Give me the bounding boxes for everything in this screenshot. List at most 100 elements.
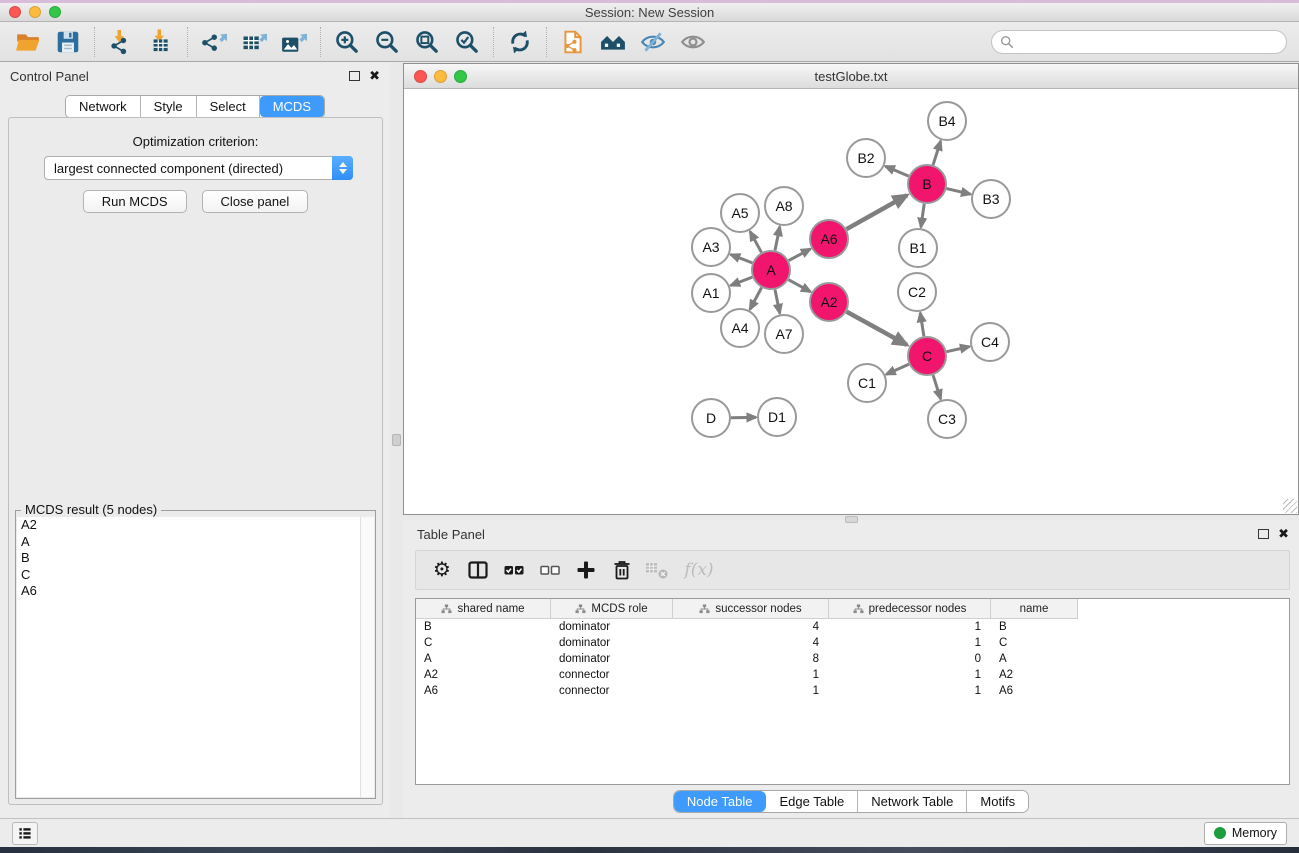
edge-A-A2[interactable]: [789, 280, 811, 292]
table-row[interactable]: A2connector11A2: [416, 667, 1289, 683]
edge-A-A6[interactable]: [789, 249, 811, 261]
edge-C-C3[interactable]: [933, 375, 941, 399]
cell-successor-nodes[interactable]: 8: [673, 651, 829, 667]
cell-name[interactable]: A2: [991, 667, 1078, 683]
edge-C-C4[interactable]: [947, 347, 970, 352]
edge-C-C2[interactable]: [920, 313, 924, 336]
cell-MCDS-role[interactable]: dominator: [551, 651, 673, 667]
memory-button[interactable]: Memory: [1204, 822, 1287, 845]
node-B3[interactable]: B3: [972, 180, 1010, 218]
column-header-predecessor-nodes[interactable]: predecessor nodes: [829, 599, 991, 619]
split-columns-button[interactable]: [460, 554, 496, 586]
settings-gear-button[interactable]: ⚙: [424, 554, 460, 586]
zoom-fit-button[interactable]: [407, 25, 447, 59]
import-table-button[interactable]: [141, 25, 181, 59]
result-list-scrollbar[interactable]: [360, 517, 374, 797]
node-A2[interactable]: A2: [810, 283, 848, 321]
open-folder-button[interactable]: [8, 25, 48, 59]
cell-successor-nodes[interactable]: 4: [673, 635, 829, 651]
edge-A-A1[interactable]: [731, 277, 753, 285]
vertical-split-divider[interactable]: [390, 62, 403, 818]
node-A4[interactable]: A4: [721, 309, 759, 347]
mcds-result-item[interactable]: A2: [17, 517, 374, 534]
node-A3[interactable]: A3: [692, 228, 730, 266]
tab-style[interactable]: Style: [141, 96, 197, 117]
mcds-result-item[interactable]: A6: [17, 583, 374, 600]
cell-MCDS-role[interactable]: dominator: [551, 635, 673, 651]
mcds-result-item[interactable]: C: [17, 567, 374, 584]
table-row[interactable]: Adominator80A: [416, 651, 1289, 667]
network-from-file-button[interactable]: [553, 25, 593, 59]
close-panel-button[interactable]: Close panel: [202, 190, 309, 213]
table-row[interactable]: Cdominator41C: [416, 635, 1289, 651]
cell-name[interactable]: B: [991, 619, 1078, 635]
edge-A-A8[interactable]: [775, 227, 780, 251]
edge-B-B3[interactable]: [946, 189, 970, 195]
zoom-selected-button[interactable]: [447, 25, 487, 59]
edge-A-A4[interactable]: [750, 288, 762, 310]
cell-predecessor-nodes[interactable]: 1: [829, 635, 991, 651]
select-all-button[interactable]: [496, 554, 532, 586]
node-D[interactable]: D: [692, 399, 730, 437]
deselect-all-button[interactable]: [532, 554, 568, 586]
vertical-divider-handle[interactable]: [392, 434, 401, 446]
home-view-button[interactable]: [593, 25, 633, 59]
edge-B-B2[interactable]: [885, 166, 908, 176]
node-A1[interactable]: A1: [692, 274, 730, 312]
cell-predecessor-nodes[interactable]: 1: [829, 619, 991, 635]
tab-select[interactable]: Select: [197, 96, 260, 117]
export-table-button[interactable]: [234, 25, 274, 59]
column-header-name[interactable]: name: [991, 599, 1078, 619]
mcds-result-list[interactable]: A2ABCA6: [17, 517, 374, 797]
show-panel-button[interactable]: [673, 25, 713, 59]
mcds-result-item[interactable]: A: [17, 534, 374, 551]
cell-successor-nodes[interactable]: 1: [673, 683, 829, 699]
edge-A-A5[interactable]: [750, 231, 761, 252]
import-network-button[interactable]: [101, 25, 141, 59]
node-A5[interactable]: A5: [721, 194, 759, 232]
edge-B-B1[interactable]: [921, 204, 924, 227]
edge-A-A3[interactable]: [731, 255, 753, 263]
edge-C-C1[interactable]: [886, 364, 909, 374]
hide-panel-button[interactable]: [633, 25, 673, 59]
column-header-shared-name[interactable]: shared name: [416, 599, 551, 619]
cell-shared-name[interactable]: A6: [416, 683, 551, 699]
cell-shared-name[interactable]: A: [416, 651, 551, 667]
edge-A2-C[interactable]: [847, 312, 907, 345]
node-C[interactable]: C: [908, 337, 946, 375]
node-C4[interactable]: C4: [971, 323, 1009, 361]
tab-node-table[interactable]: Node Table: [674, 791, 767, 812]
export-image-button[interactable]: [274, 25, 314, 59]
edge-B-B4[interactable]: [933, 141, 941, 165]
table-row[interactable]: A6connector11A6: [416, 683, 1289, 699]
node-B1[interactable]: B1: [899, 229, 937, 267]
node-table[interactable]: shared nameMCDS rolesuccessor nodesprede…: [415, 598, 1290, 785]
cell-MCDS-role[interactable]: dominator: [551, 619, 673, 635]
cell-successor-nodes[interactable]: 4: [673, 619, 829, 635]
node-B[interactable]: B: [908, 165, 946, 203]
add-row-button[interactable]: [568, 554, 604, 586]
task-history-button[interactable]: [12, 822, 38, 845]
cell-predecessor-nodes[interactable]: 0: [829, 651, 991, 667]
float-panel-icon[interactable]: [349, 71, 360, 81]
cell-predecessor-nodes[interactable]: 1: [829, 683, 991, 699]
node-A7[interactable]: A7: [765, 315, 803, 353]
search-field[interactable]: [991, 30, 1287, 54]
cell-MCDS-role[interactable]: connector: [551, 683, 673, 699]
edge-A6-B[interactable]: [846, 195, 907, 229]
export-network-button[interactable]: [194, 25, 234, 59]
refresh-button[interactable]: [500, 25, 540, 59]
table-float-panel-icon[interactable]: [1258, 529, 1269, 539]
cell-name[interactable]: A: [991, 651, 1078, 667]
zoom-in-button[interactable]: [327, 25, 367, 59]
table-row[interactable]: Bdominator41B: [416, 619, 1289, 635]
cell-MCDS-role[interactable]: connector: [551, 667, 673, 683]
search-input[interactable]: [1019, 35, 1278, 49]
table-close-panel-icon[interactable]: ✖: [1278, 529, 1289, 539]
cell-name[interactable]: C: [991, 635, 1078, 651]
tab-network-table[interactable]: Network Table: [858, 791, 967, 812]
node-C2[interactable]: C2: [898, 273, 936, 311]
criterion-dropdown[interactable]: largest connected component (directed): [44, 156, 353, 180]
node-A8[interactable]: A8: [765, 187, 803, 225]
horizontal-divider-handle[interactable]: [845, 516, 858, 523]
